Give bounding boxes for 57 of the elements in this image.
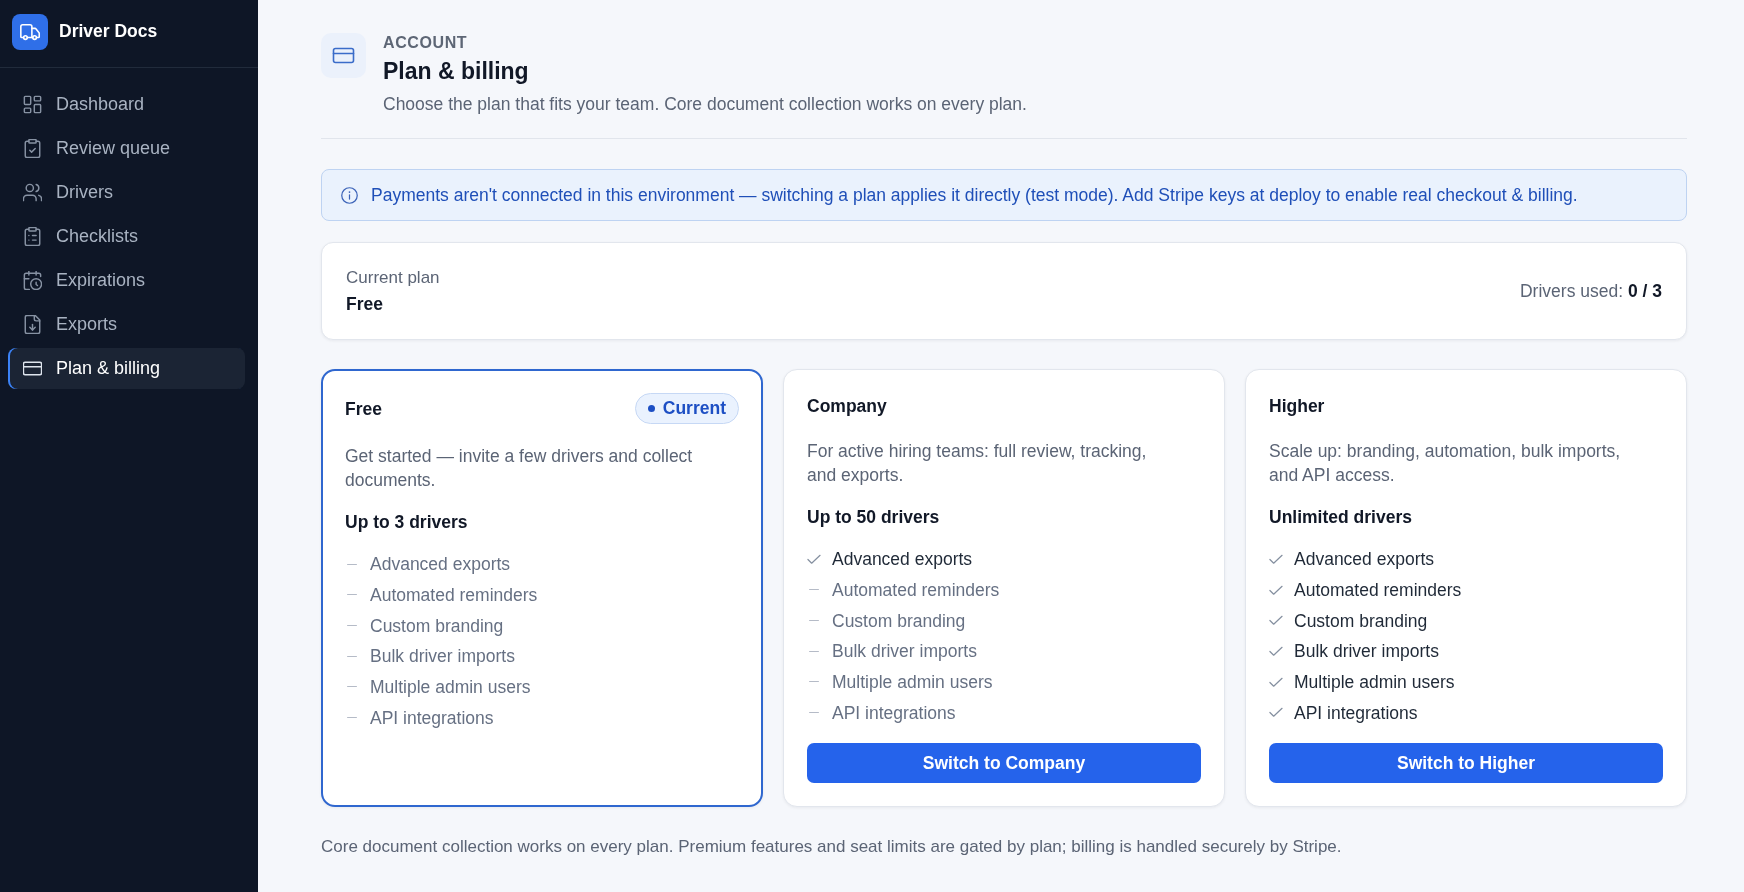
page-subtitle: Choose the plan that fits your team. Core document collection works on every plan. — [383, 93, 1027, 116]
status-dot-icon — [647, 405, 655, 412]
plan-name: Company — [807, 395, 887, 418]
calendar-clock-icon — [23, 271, 42, 290]
switch-plan-button[interactable]: Switch to Company — [807, 743, 1201, 784]
plan-limit: Unlimited drivers — [1269, 506, 1413, 529]
grid-icon — [23, 95, 42, 114]
feature-label: Bulk driver imports — [1294, 640, 1439, 664]
plan-description: Get started — invite a few drivers and collect documents. — [345, 445, 694, 492]
info-icon — [341, 186, 358, 204]
clipboard-check-icon — [23, 139, 42, 158]
feature-label: Bulk driver imports — [370, 645, 515, 669]
drivers-used-text: Drivers used: 0 / 3 — [1520, 280, 1662, 303]
plan-name: Free — [345, 397, 382, 421]
nav-item[interactable]: Plan & billing — [8, 348, 245, 389]
plan-name: Higher — [1269, 395, 1325, 418]
feature-label: Custom branding — [1294, 609, 1428, 633]
feature-label: Automated reminders — [1294, 579, 1462, 603]
nav-item[interactable]: Dashboard — [8, 84, 245, 125]
feature-label: API integrations — [370, 706, 494, 730]
feature-label: Advanced exports — [1294, 548, 1435, 572]
credit-card-icon — [23, 359, 42, 378]
feature-label: API integrations — [1294, 701, 1418, 725]
nav-item[interactable]: Exports — [8, 304, 245, 345]
feature-label: Advanced exports — [832, 548, 973, 572]
current-plan-label: Current plan — [346, 267, 440, 289]
badge-text: Current — [662, 398, 726, 419]
feature-label: Automated reminders — [370, 584, 538, 608]
footer-note: Core document collection works on every plan. Premium features and seat limits are gated by plan; billing is handled securely by Stripe. — [321, 836, 1343, 859]
plan-description: For active hiring teams: full review, tracking, and exports. — [807, 440, 1148, 487]
feature-label: Multiple admin users — [370, 676, 531, 700]
page-title: Plan & billing — [383, 57, 529, 86]
plan-description: Scale up: branding, automation, bulk imports, and API access. — [1269, 440, 1622, 487]
users-icon — [23, 183, 42, 202]
plan-limit: Up to 50 drivers — [807, 506, 941, 529]
feature-label: Advanced exports — [370, 553, 511, 577]
switch-plan-button[interactable]: Switch to Higher — [1269, 743, 1663, 784]
feature-label: Custom branding — [832, 609, 966, 633]
notice-text: Payments aren't connected in this environment — switching a plan applies it directly (test mode). Add Stripe keys at deploy to enable real checkout & billing. — [371, 184, 1578, 207]
feature-label: Bulk driver imports — [832, 640, 977, 664]
nav-item[interactable]: Expirations — [8, 260, 245, 301]
file-download-icon — [23, 315, 42, 334]
plan-limit: Up to 3 drivers — [345, 511, 469, 534]
feature-label: API integrations — [832, 701, 956, 725]
feature-label: Multiple admin users — [832, 671, 993, 695]
nav-item[interactable]: Checklists — [8, 216, 245, 257]
page-eyebrow: ACCOUNT — [383, 33, 468, 53]
nav-item[interactable]: Drivers — [8, 172, 245, 213]
current-plan-value: Free — [346, 293, 383, 316]
feature-label: Custom branding — [370, 614, 504, 638]
credit-card-icon — [321, 33, 366, 78]
truck-icon — [12, 13, 48, 50]
feature-label: Automated reminders — [832, 579, 1000, 603]
nav-item[interactable]: Review queue — [8, 128, 245, 169]
feature-label: Multiple admin users — [1294, 671, 1455, 695]
brand-name: Driver Docs — [59, 21, 158, 42]
clipboard-list-icon — [23, 227, 42, 246]
